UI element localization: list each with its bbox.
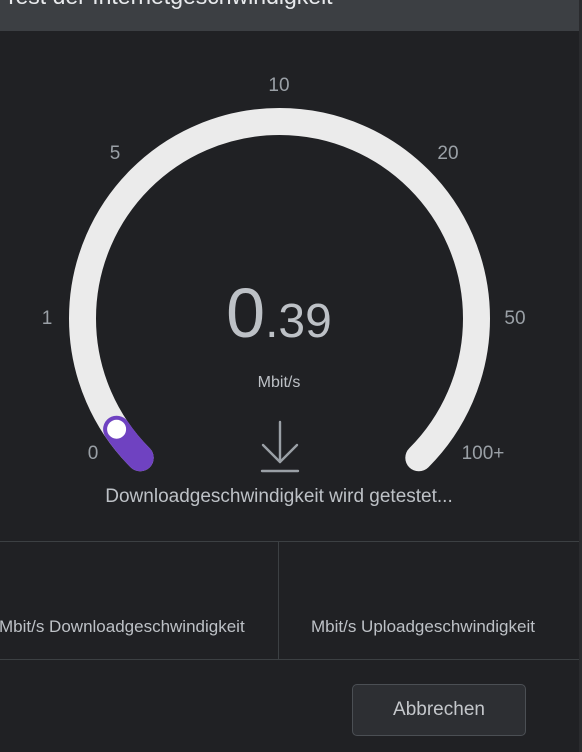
gauge-indicator-knob: [105, 417, 129, 441]
speed-test-dialog: Test der Internetgeschwindigkeit 0 1 5 1…: [0, 0, 582, 752]
gauge-tick-100-plus: 100+: [462, 443, 505, 464]
divider-top: [0, 541, 579, 542]
download-speed-label: Mbit/s Downloadgeschwindigkeit: [0, 617, 245, 636]
cancel-button[interactable]: Abbrechen: [352, 684, 526, 736]
divider-bottom: [0, 659, 579, 660]
speed-value-fraction: .39: [265, 295, 332, 348]
divider-vertical: [278, 542, 279, 659]
gauge-tick-5: 5: [110, 143, 121, 164]
speed-gauge: 0 1 5 10 20 50 100+ 0.39: [42, 75, 526, 473]
gauge-tick-50: 50: [504, 308, 525, 329]
speed-value-integer: 0: [226, 274, 265, 352]
gauge-tick-0: 0: [88, 443, 99, 464]
test-status-text: Downloadgeschwindigkeit wird getestet...: [105, 486, 453, 507]
upload-speed-label: Mbit/s Uploadgeschwindigkeit: [311, 617, 535, 636]
speed-unit: Mbit/s: [257, 374, 301, 391]
speed-value: 0.39: [226, 274, 332, 352]
gauge-tick-10: 10: [268, 75, 289, 96]
gauge-tick-20: 20: [437, 143, 458, 164]
gauge-tick-1: 1: [42, 308, 53, 329]
gauge-track: [69, 108, 490, 472]
download-arrow-icon: [260, 420, 300, 473]
